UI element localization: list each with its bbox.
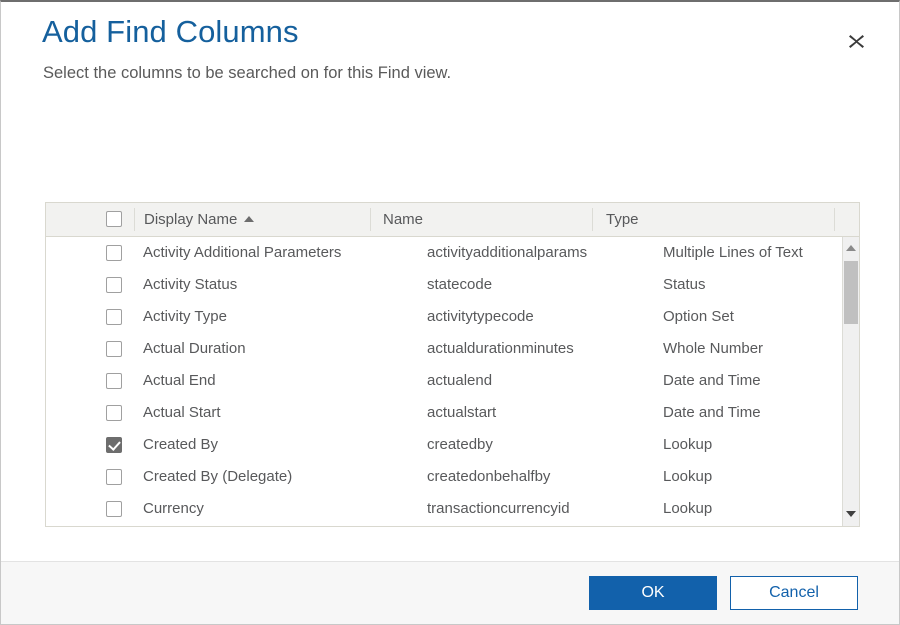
row-checkbox[interactable]	[106, 277, 122, 293]
row-checkbox[interactable]	[106, 309, 122, 325]
table-row[interactable]: Created By (Delegate) createdonbehalfby …	[46, 461, 859, 493]
columns-grid: Display Name Name Type Activity Addition…	[45, 202, 860, 527]
cell-name: actualstart	[427, 397, 642, 429]
cell-type: Date and Time	[663, 365, 859, 397]
dialog-footer: OK Cancel	[1, 561, 899, 624]
row-checkbox[interactable]	[106, 405, 122, 421]
cell-display-name: Actual Start	[143, 397, 408, 429]
cell-display-name: Activity Additional Parameters	[143, 237, 408, 269]
table-row[interactable]: Actual End actualend Date and Time	[46, 365, 859, 397]
row-checkbox[interactable]	[106, 245, 122, 261]
row-checkbox[interactable]	[106, 373, 122, 389]
cell-name: activitytypecode	[427, 301, 642, 333]
column-header-display-name[interactable]: Display Name	[144, 203, 254, 236]
header-divider	[370, 208, 371, 231]
cell-type: Whole Number	[663, 333, 859, 365]
add-find-columns-dialog: Add Find Columns Select the columns to b…	[0, 0, 900, 625]
table-row[interactable]: Activity Additional Parameters activitya…	[46, 237, 859, 269]
scroll-up-button[interactable]	[843, 239, 859, 256]
cell-display-name: Created By	[143, 429, 408, 461]
row-checkbox[interactable]	[106, 437, 122, 453]
row-checkbox[interactable]	[106, 469, 122, 485]
grid-vertical-scrollbar[interactable]	[842, 237, 859, 526]
cell-name: statecode	[427, 269, 642, 301]
grid-header-row: Display Name Name Type	[46, 203, 859, 237]
triangle-down-icon	[846, 511, 856, 517]
cell-name: actualend	[427, 365, 642, 397]
column-header-name[interactable]: Name	[383, 203, 423, 236]
dialog-subtitle: Select the columns to be searched on for…	[43, 64, 451, 83]
page-title: Add Find Columns	[42, 14, 299, 50]
cell-type: Lookup	[663, 429, 859, 461]
table-row[interactable]: Actual Start actualstart Date and Time	[46, 397, 859, 429]
header-divider	[592, 208, 593, 231]
grid-body: Activity Additional Parameters activitya…	[46, 237, 859, 526]
column-header-type-label: Type	[606, 211, 639, 228]
select-all-checkbox[interactable]	[106, 211, 122, 227]
cell-type: Option Set	[663, 301, 859, 333]
header-divider	[834, 208, 835, 231]
scroll-down-button[interactable]	[843, 505, 859, 522]
sort-ascending-icon	[244, 216, 254, 222]
table-row[interactable]: Created By createdby Lookup	[46, 429, 859, 461]
row-checkbox[interactable]	[106, 341, 122, 357]
table-row[interactable]: Activity Status statecode Status	[46, 269, 859, 301]
cell-display-name: Actual Duration	[143, 333, 408, 365]
cell-display-name: Currency	[143, 493, 408, 525]
cell-type: Date and Time	[663, 397, 859, 429]
scrollbar-thumb[interactable]	[844, 261, 858, 324]
table-row[interactable]: Currency transactioncurrencyid Lookup	[46, 493, 859, 525]
cell-type: Multiple Lines of Text	[663, 237, 859, 269]
dialog-header: Add Find Columns Select the columns to b…	[1, 2, 899, 102]
column-header-display-name-label: Display Name	[144, 211, 237, 228]
cell-name: createdby	[427, 429, 642, 461]
cell-type: Status	[663, 269, 859, 301]
table-row[interactable]: Activity Type activitytypecode Option Se…	[46, 301, 859, 333]
cell-display-name: Activity Status	[143, 269, 408, 301]
cell-name: transactioncurrencyid	[427, 493, 642, 525]
column-header-name-label: Name	[383, 211, 423, 228]
cell-type: Lookup	[663, 493, 859, 525]
triangle-up-icon	[846, 245, 856, 251]
cell-name: activityadditionalparams	[427, 237, 642, 269]
cell-display-name: Actual End	[143, 365, 408, 397]
close-button[interactable]	[841, 26, 871, 56]
table-row[interactable]: Actual Duration actualdurationminutes Wh…	[46, 333, 859, 365]
cell-name: actualdurationminutes	[427, 333, 642, 365]
cell-display-name: Activity Type	[143, 301, 408, 333]
row-checkbox[interactable]	[106, 501, 122, 517]
cancel-button[interactable]: Cancel	[730, 576, 858, 610]
cell-display-name: Created By (Delegate)	[143, 461, 408, 493]
close-icon	[848, 33, 865, 50]
cell-name: createdonbehalfby	[427, 461, 642, 493]
header-divider	[134, 208, 135, 231]
ok-button[interactable]: OK	[589, 576, 717, 610]
cell-type: Lookup	[663, 461, 859, 493]
column-header-type[interactable]: Type	[606, 203, 639, 236]
